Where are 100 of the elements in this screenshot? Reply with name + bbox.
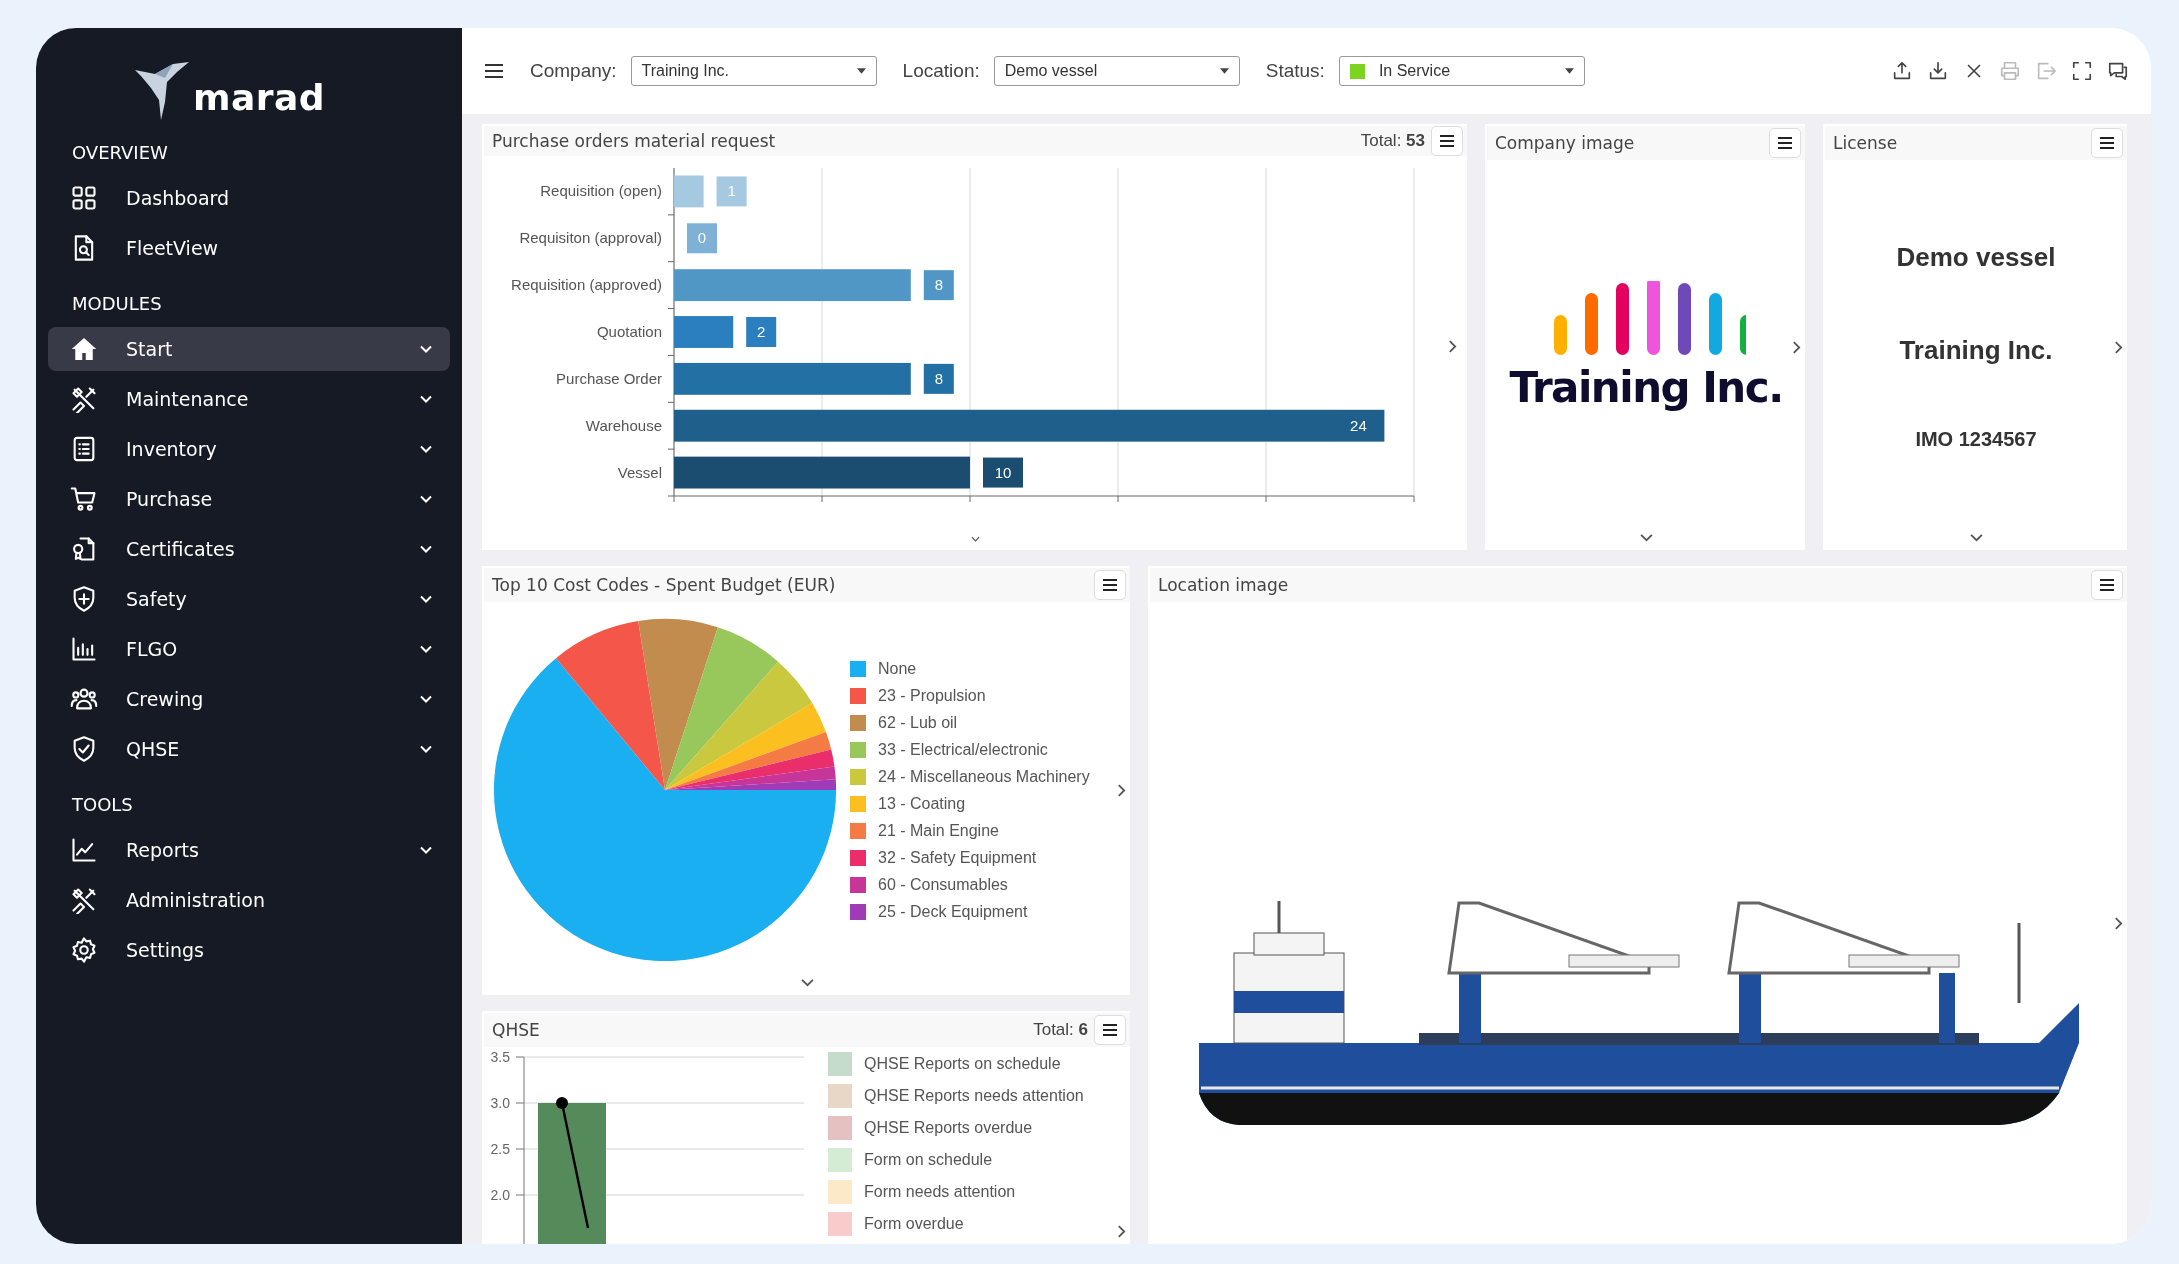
chevron-right-icon[interactable] xyxy=(1117,784,1126,797)
license-text: Training Inc. xyxy=(1899,335,2053,366)
total-count: Total: 53 xyxy=(1360,131,1425,151)
legend-label: 23 - Propulsion xyxy=(878,686,986,705)
home-icon xyxy=(70,335,98,363)
logo-text: marad xyxy=(192,77,326,120)
category-label: Vessel xyxy=(617,463,662,481)
chevron-down-icon[interactable] xyxy=(969,536,982,542)
chevron-right-icon[interactable] xyxy=(1117,1225,1126,1238)
upload-icon[interactable] xyxy=(1891,60,1913,82)
menu-icon xyxy=(1102,1023,1118,1037)
legend-label: 33 - Electrical/electronic xyxy=(878,740,1048,759)
section-heading: TOOLS xyxy=(71,793,134,817)
company-logo-text: Training Inc. xyxy=(1509,363,1783,412)
legend-label: QHSE Reports needs attention xyxy=(864,1087,1084,1105)
chevron-down-icon[interactable] xyxy=(1639,533,1653,542)
grid-icon xyxy=(70,184,98,212)
category-label: Warehouse xyxy=(585,416,662,434)
value-label: 1 xyxy=(716,176,747,207)
tick-label: 3.5 xyxy=(490,1049,510,1065)
license-text: Demo vessel xyxy=(1896,242,2056,273)
nav-item[interactable]: Maintenance xyxy=(48,377,450,421)
legend-label: 32 - Safety Equipment xyxy=(878,848,1037,867)
tools-icon xyxy=(70,385,98,413)
legend-label: Form overdue xyxy=(864,1215,964,1233)
nav-item[interactable]: Reports xyxy=(48,828,450,872)
chevron-right-icon[interactable] xyxy=(1448,339,1457,353)
caret-icon xyxy=(1219,68,1229,74)
value-label: 8 xyxy=(923,270,954,301)
total-count: Total: 6 xyxy=(1033,1020,1088,1040)
nav-item[interactable]: Start xyxy=(48,327,450,371)
nav-item[interactable]: Certificates xyxy=(48,527,450,571)
download-icon[interactable] xyxy=(1927,60,1949,82)
data-label: 8 xyxy=(934,369,943,387)
chevron-right-icon[interactable] xyxy=(2114,340,2123,354)
chevron-down-icon[interactable] xyxy=(800,978,814,987)
nav-item[interactable]: Administration xyxy=(48,878,450,922)
menu-icon xyxy=(1777,136,1793,150)
license-text: IMO 1234567 xyxy=(1915,428,2037,451)
nav-item[interactable]: QHSE xyxy=(48,727,450,771)
nav-item[interactable]: Crewing xyxy=(48,677,450,721)
nav-item[interactable]: Inventory xyxy=(48,427,450,471)
menu-button[interactable] xyxy=(2091,570,2123,600)
value-label: 10 xyxy=(983,457,1023,488)
tick-label: 2.5 xyxy=(490,1141,510,1157)
filter-dropdown[interactable]: Demo vessel xyxy=(993,56,1240,86)
filter-dropdown[interactable]: In Service xyxy=(1338,56,1585,86)
category-label: Purchase Order xyxy=(556,369,662,387)
section-heading: MODULES xyxy=(71,292,163,316)
bar-chart-icon xyxy=(70,635,98,663)
legend-label: Form needs attention xyxy=(864,1183,1016,1201)
fullscreen-icon[interactable] xyxy=(2071,60,2093,82)
menu-button[interactable] xyxy=(1094,1015,1126,1045)
value-label: 2 xyxy=(746,317,777,347)
data-label: 1 xyxy=(727,182,736,200)
chevron-right-icon[interactable] xyxy=(2114,917,2123,930)
menu-icon xyxy=(1102,578,1118,592)
chat-icon[interactable] xyxy=(2107,60,2129,82)
menu-icon xyxy=(1439,134,1455,148)
filter-label: Status: xyxy=(1265,60,1325,82)
nav-item[interactable]: FLGO xyxy=(48,627,450,671)
category-label: Requisition (approved) xyxy=(511,276,662,294)
nav-item[interactable]: Purchase xyxy=(48,477,450,521)
value-label: 24 xyxy=(1338,410,1379,441)
menu-button[interactable] xyxy=(2091,128,2123,158)
legend-label: 60 - Consumables xyxy=(878,875,1008,894)
tools-icon xyxy=(70,886,98,914)
widget-title: License xyxy=(1833,133,1899,153)
nav-item[interactable]: Dashboard xyxy=(48,176,450,220)
menu-button[interactable] xyxy=(1431,126,1463,156)
tick-label: 2.0 xyxy=(490,1187,510,1203)
widget-title: Purchase orders material request xyxy=(492,131,777,151)
legend-label: None xyxy=(878,659,917,678)
caret-icon xyxy=(1564,68,1574,74)
value-label: 0 xyxy=(687,223,717,254)
filter-dropdown[interactable]: Training Inc. xyxy=(630,56,877,86)
menu-icon xyxy=(2099,578,2115,592)
menu-icon xyxy=(2099,136,2115,150)
menu-button[interactable] xyxy=(1094,570,1126,600)
chevron-right-icon[interactable] xyxy=(1792,340,1801,354)
legend-label: Form on schedule xyxy=(864,1151,993,1169)
nav-item[interactable]: Settings xyxy=(48,928,450,972)
legend-label: 25 - Deck Equipment xyxy=(878,902,1028,921)
bar xyxy=(674,316,734,348)
nav-item[interactable]: FleetView xyxy=(48,226,450,270)
nav-item[interactable]: Safety xyxy=(48,577,450,621)
widget-title: QHSE xyxy=(492,1020,541,1040)
filter-label: Location: xyxy=(902,60,980,82)
widget-title: Location image xyxy=(1158,575,1290,595)
menu-icon[interactable] xyxy=(484,63,504,79)
chevron-down-icon[interactable] xyxy=(1969,533,1983,542)
settings-icon xyxy=(70,936,98,964)
legend-label: 21 - Main Engine xyxy=(878,821,999,840)
data-label: 2 xyxy=(757,323,766,340)
legend-label: 24 - Miscellaneous Machinery xyxy=(878,767,1090,786)
data-label: 24 xyxy=(1350,416,1367,434)
menu-button[interactable] xyxy=(1769,128,1801,158)
widget-title: Company image xyxy=(1495,133,1636,153)
section-heading: OVERVIEW xyxy=(71,141,169,165)
data-label: 10 xyxy=(994,463,1012,481)
